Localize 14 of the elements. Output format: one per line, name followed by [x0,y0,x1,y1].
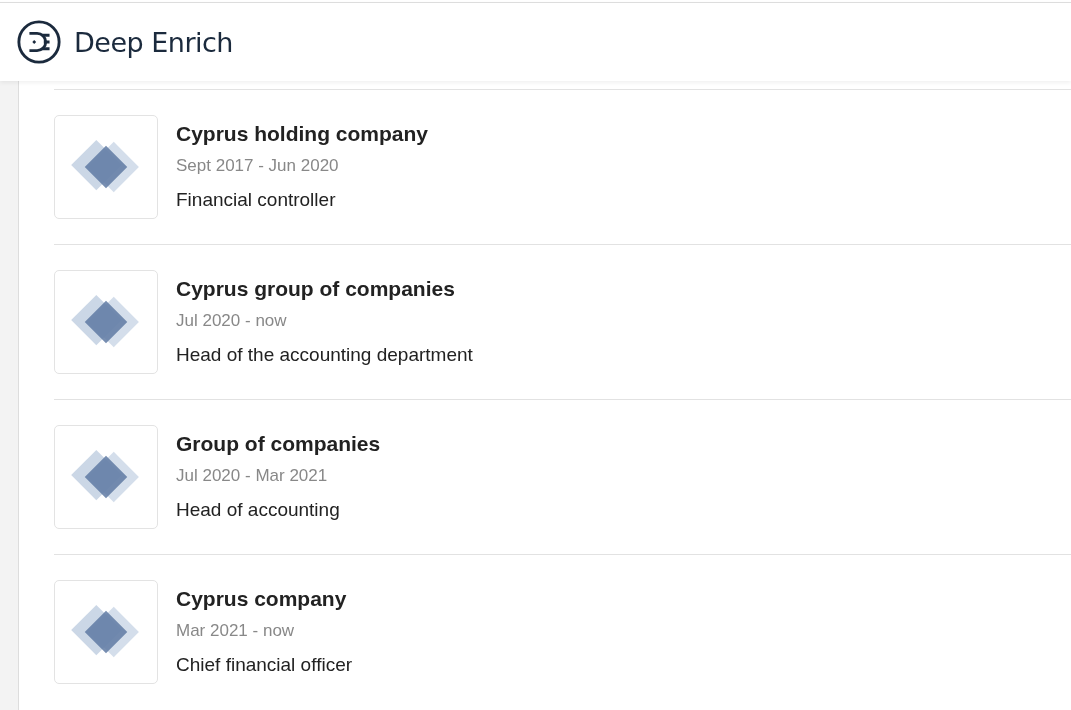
job-title: Financial controller [176,189,337,211]
brand-name: Deep Enrich [74,26,233,58]
date-range: Sept 2017 - Jun 2020 [176,156,340,176]
company-name: Cyprus holding company [176,121,429,147]
date-range: Mar 2021 - now [176,621,296,641]
date-range: Jul 2020 - now [176,311,288,331]
job-title: Head of the accounting department [176,344,473,366]
logo-icon [16,19,62,65]
company-name: Cyprus company [176,586,348,612]
company-name: Group of companies [176,431,381,457]
job-title: Head of accounting [176,499,341,521]
date-range: Jul 2020 - Mar 2021 [176,466,329,486]
job-title: Chief financial officer [176,654,353,676]
company-name: Cyprus group of companies [176,276,456,302]
